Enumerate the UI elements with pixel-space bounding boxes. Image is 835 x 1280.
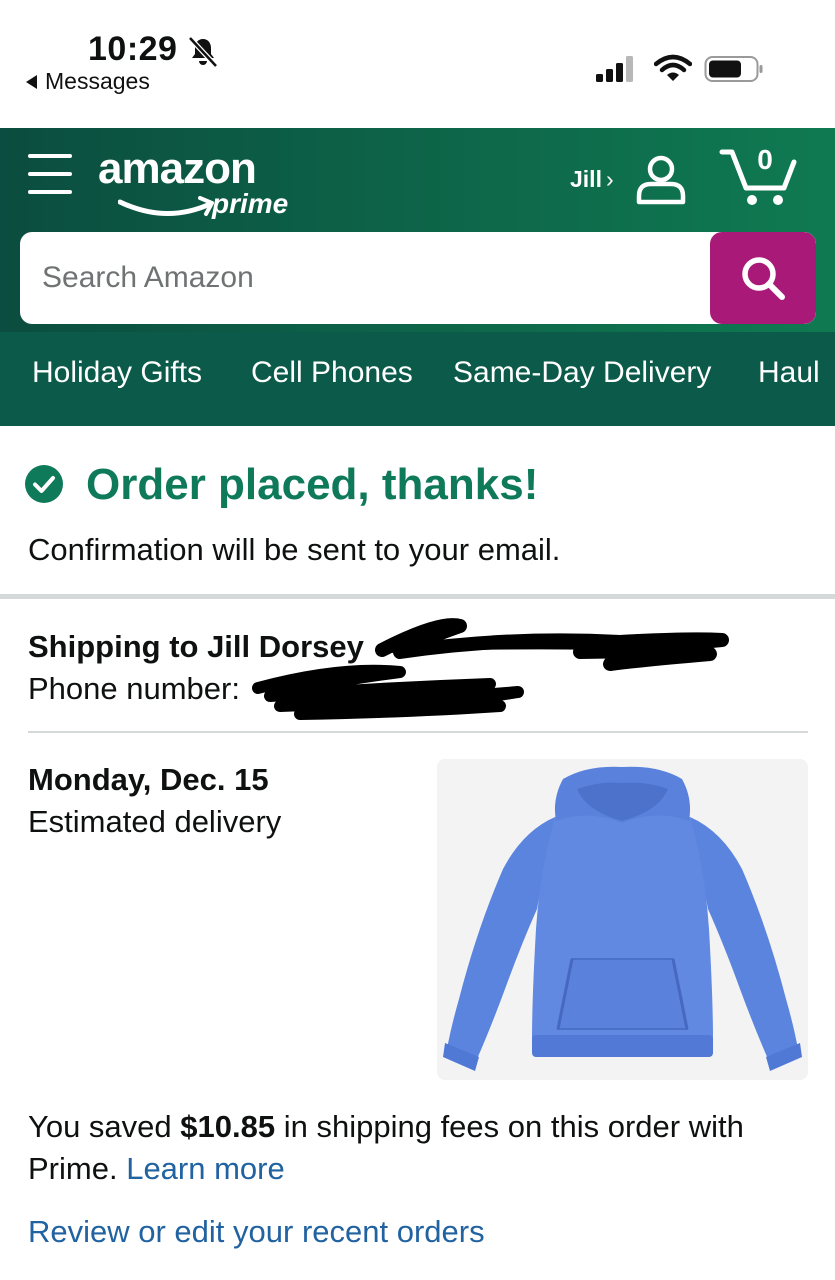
shipping-divider — [28, 731, 808, 733]
savings-prefix: You saved — [28, 1109, 172, 1144]
account-name: Jill — [570, 166, 602, 192]
confirmation-subtitle: Confirmation will be sent to your email. — [28, 532, 561, 567]
menu-icon[interactable] — [28, 154, 72, 196]
user-icon[interactable] — [634, 152, 688, 206]
delivery-date: Monday, Dec. 15 — [28, 762, 269, 797]
search-bar — [20, 232, 816, 324]
blue-hoodie-image — [443, 766, 802, 1071]
bell-slash-icon — [188, 36, 218, 68]
search-button[interactable] — [710, 232, 816, 324]
confirmation-title: Order placed, thanks! — [86, 460, 539, 509]
amazon-prime-logo[interactable]: amazon prime — [98, 144, 298, 224]
logo-prime: prime — [212, 188, 289, 219]
nav-item-same-day-delivery[interactable]: Same-Day Delivery — [453, 356, 711, 390]
account-link[interactable]: Jill › — [570, 166, 614, 193]
product-image[interactable] — [437, 759, 808, 1080]
chevron-right-icon: › — [605, 166, 614, 192]
search-icon — [742, 257, 785, 300]
delivery-label: Estimated delivery — [28, 804, 282, 839]
back-app-label: Messages — [45, 68, 150, 94]
learn-more-link[interactable]: Learn more — [126, 1151, 285, 1186]
back-arrow-icon — [26, 74, 37, 89]
category-nav: Holiday Gifts Cell Phones Same-Day Deliv… — [0, 332, 835, 426]
logo-word: amazon — [98, 144, 257, 193]
battery-icon — [704, 56, 763, 82]
amazon-header: amazon prime Jill › 0 — [0, 128, 835, 332]
section-divider — [0, 594, 835, 599]
back-to-messages[interactable]: Messages — [26, 68, 150, 95]
nav-item-haul[interactable]: Haul — [758, 356, 820, 390]
cart-count-badge: 0 — [757, 144, 773, 175]
cellular-signal-icon — [596, 56, 633, 82]
wifi-icon — [654, 54, 692, 81]
nav-item-cell-phones[interactable]: Cell Phones — [251, 356, 413, 390]
prime-savings-message: You saved $10.85 in shipping fees on thi… — [28, 1106, 808, 1190]
redaction-scribble-phone — [252, 664, 524, 720]
nav-item-holiday-gifts[interactable]: Holiday Gifts — [32, 356, 202, 390]
check-circle-icon — [25, 465, 63, 503]
savings-amount: $10.85 — [180, 1109, 276, 1144]
status-bar: 10:29 Messages — [0, 0, 835, 128]
search-input[interactable] — [20, 232, 710, 324]
review-orders-link[interactable]: Review or edit your recent orders — [28, 1214, 485, 1250]
order-confirmation: Order placed, thanks! Confirmation will … — [0, 426, 835, 596]
status-time: 10:29 — [88, 30, 178, 68]
logo-smile-icon — [118, 196, 214, 216]
